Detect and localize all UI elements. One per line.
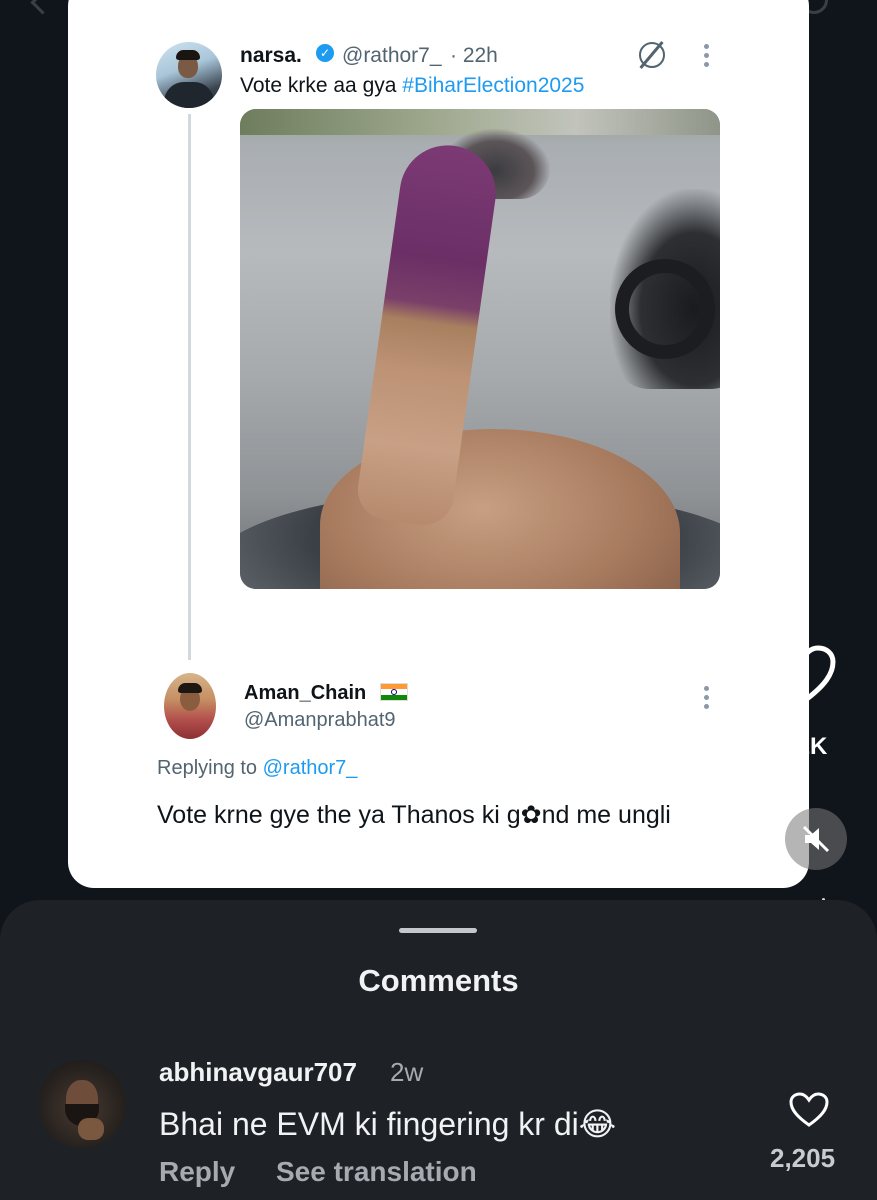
sheet-drag-handle[interactable] bbox=[399, 928, 477, 933]
india-flag-icon bbox=[380, 683, 408, 701]
mute-icon[interactable] bbox=[785, 808, 847, 870]
comment-username[interactable]: abhinavgaur707 bbox=[159, 1057, 357, 1088]
hashtag-link: #BiharElection2025 bbox=[402, 74, 585, 97]
replying-mention: @rathor7_ bbox=[262, 757, 358, 779]
comment-time: 2w bbox=[390, 1057, 424, 1087]
reel-likes-count: 102K bbox=[770, 733, 828, 760]
tweet-screenshot-card: narsa. ✓ @rathor7_ · 22h Vote krke aa gy… bbox=[68, 0, 809, 888]
see-translation-button[interactable]: See translation bbox=[276, 1156, 477, 1188]
more-options-icon bbox=[704, 686, 710, 713]
thread-line bbox=[188, 114, 191, 660]
tweet-text: Vote krke aa gya #BiharElection2025 bbox=[240, 74, 584, 98]
verified-badge-icon: ✓ bbox=[316, 44, 334, 62]
reply-button[interactable]: Reply bbox=[159, 1156, 235, 1188]
like-heart-icon[interactable] bbox=[772, 645, 836, 705]
tweet-time: · 22h bbox=[450, 44, 498, 67]
avatar bbox=[156, 42, 222, 108]
comments-sheet: Comments abhinavgaur707 2w Bhai ne EVM k… bbox=[0, 900, 877, 1200]
tweet-author-handle: @rathor7_ bbox=[342, 44, 442, 67]
avatar bbox=[164, 673, 216, 739]
comment-likes-count: 2,205 bbox=[770, 1143, 836, 1173]
replying-prefix: Replying to bbox=[157, 757, 263, 779]
comment-text: Bhai ne EVM ki fingering kr di😂 bbox=[159, 1106, 617, 1142]
comment-like-heart-icon[interactable] bbox=[789, 1092, 829, 1128]
reply-text: Vote krne gye the ya Thanos ki g✿nd me u… bbox=[157, 801, 671, 829]
grok-icon bbox=[639, 42, 665, 68]
back-chevron-icon[interactable] bbox=[30, 0, 55, 15]
comments-title: Comments bbox=[358, 963, 519, 998]
tweet-photo bbox=[240, 109, 720, 589]
more-options-icon bbox=[704, 44, 710, 71]
tweet-text-body: Vote krke aa gya bbox=[240, 74, 403, 97]
tweet-author-name: narsa. bbox=[240, 44, 302, 67]
reply-author-name: Aman_Chain bbox=[244, 682, 367, 704]
commenter-avatar[interactable] bbox=[38, 1060, 126, 1148]
replying-to: Replying to @rathor7_ bbox=[157, 757, 357, 780]
reply-author-handle: @Amanprabhat9 bbox=[244, 709, 396, 731]
